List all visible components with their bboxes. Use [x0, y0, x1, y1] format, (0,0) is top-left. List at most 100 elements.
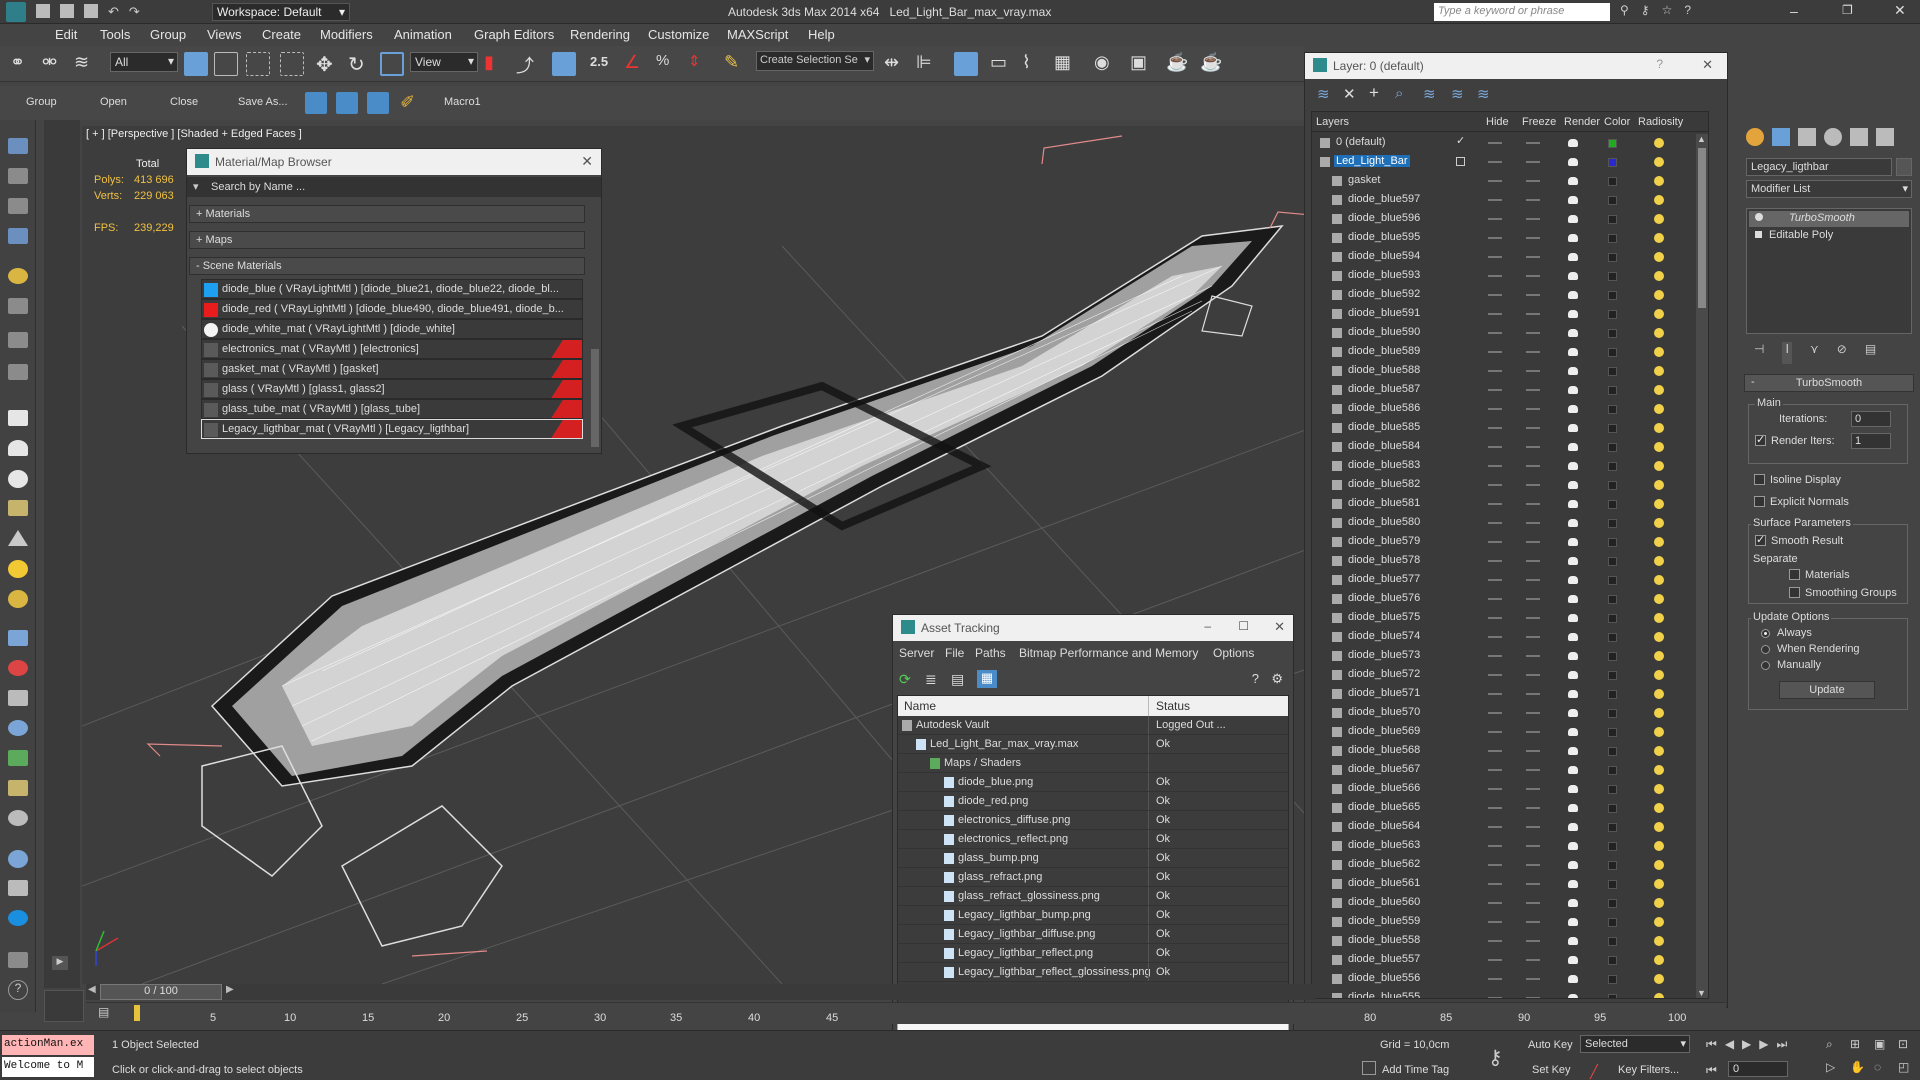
- radiosity-icon[interactable]: [1654, 347, 1664, 357]
- hide-toggle[interactable]: [1488, 465, 1502, 467]
- select-in-layer-icon[interactable]: ⌕: [1395, 85, 1403, 102]
- asset-row[interactable]: glass_refract_glossiness.png Ok: [898, 887, 1288, 906]
- layer-row[interactable]: diode_blue576: [1312, 590, 1696, 609]
- freeze-toggle[interactable]: [1526, 237, 1540, 239]
- radiosity-icon[interactable]: [1654, 727, 1664, 737]
- material-item[interactable]: gasket_mat ( VRayMtl ) [gasket]: [201, 359, 583, 379]
- radiosity-icon[interactable]: [1654, 385, 1664, 395]
- hide-toggle[interactable]: [1488, 275, 1502, 277]
- mini-curve-toggle[interactable]: [44, 990, 84, 1022]
- spacewarp-icon[interactable]: [8, 364, 28, 380]
- freeze-toggle[interactable]: [1526, 883, 1540, 885]
- freeze-toggle[interactable]: [1526, 655, 1540, 657]
- freeze-toggle[interactable]: [1526, 826, 1540, 828]
- hide-toggle[interactable]: [1488, 180, 1502, 182]
- radiosity-icon[interactable]: [1654, 252, 1664, 262]
- layer-row[interactable]: Led_Light_Bar: [1312, 153, 1696, 172]
- scroll-thumb[interactable]: [1698, 148, 1706, 308]
- time-prev-icon[interactable]: ◀: [88, 984, 96, 995]
- menu-modifiers[interactable]: Modifiers: [320, 27, 373, 42]
- stack-item-editable-poly[interactable]: Editable Poly: [1749, 228, 1909, 244]
- radiosity-icon[interactable]: [1654, 309, 1664, 319]
- menu-tools[interactable]: Tools: [100, 27, 130, 42]
- angle-snap-icon[interactable]: ∠: [624, 52, 648, 76]
- remove-modifier-icon[interactable]: ⊘: [1837, 342, 1847, 364]
- graphite-ribbon-icon[interactable]: ▭: [990, 52, 1014, 76]
- freeze-toggle[interactable]: [1526, 731, 1540, 733]
- radiosity-icon[interactable]: [1654, 157, 1664, 167]
- asset-row[interactable]: Legacy_ligthbar_diffuse.png Ok: [898, 925, 1288, 944]
- freeze-toggle[interactable]: [1526, 275, 1540, 277]
- render-teapot-icon[interactable]: [1568, 918, 1578, 926]
- hide-toggle[interactable]: [1488, 997, 1502, 998]
- hide-toggle[interactable]: [1488, 864, 1502, 866]
- object-color-swatch[interactable]: [1896, 158, 1912, 176]
- earth-icon[interactable]: [8, 910, 28, 926]
- when-rendering-radio[interactable]: [1761, 645, 1770, 654]
- render-teapot-icon[interactable]: [1568, 747, 1578, 755]
- hf-icon[interactable]: [8, 780, 28, 796]
- render-teapot-icon[interactable]: [1568, 842, 1578, 850]
- asset-row[interactable]: Legacy_ligthbar_reflect.png Ok: [898, 944, 1288, 963]
- sphere-blue-icon[interactable]: [8, 850, 28, 868]
- freeze-toggle[interactable]: [1526, 427, 1540, 429]
- col-status-header[interactable]: Status: [1156, 699, 1190, 713]
- layer-color-swatch[interactable]: [1608, 405, 1617, 414]
- radiosity-icon[interactable]: [1654, 689, 1664, 699]
- col-hide[interactable]: Hide: [1486, 116, 1509, 128]
- freeze-toggle[interactable]: [1526, 522, 1540, 524]
- cone-icon[interactable]: [8, 530, 28, 546]
- hide-toggle[interactable]: [1488, 921, 1502, 923]
- layer-row[interactable]: diode_blue577: [1312, 571, 1696, 590]
- render-teapot-icon[interactable]: [1568, 804, 1578, 812]
- make-unique-icon[interactable]: ⋎: [1810, 342, 1819, 364]
- help-icon[interactable]: ?: [1252, 671, 1259, 686]
- ribbon-group-button[interactable]: Group: [26, 96, 57, 108]
- asset-row[interactable]: Legacy_ligthbar_reflect_glossiness.png Ok: [898, 963, 1288, 982]
- hide-toggle[interactable]: [1488, 332, 1502, 334]
- keyboard-shortcut-override-icon[interactable]: [552, 52, 576, 76]
- radiosity-icon[interactable]: [1654, 176, 1664, 186]
- utilities-tab-icon[interactable]: [1876, 128, 1894, 146]
- freeze-all-layers-icon[interactable]: ≋: [1477, 85, 1490, 103]
- layer-color-swatch[interactable]: [1608, 956, 1617, 965]
- layer-color-swatch[interactable]: [1608, 348, 1617, 357]
- layer-row[interactable]: diode_blue565: [1312, 799, 1696, 818]
- freeze-toggle[interactable]: [1526, 845, 1540, 847]
- render-teapot-icon[interactable]: [1568, 956, 1578, 964]
- grid-view-icon[interactable]: ▦: [977, 670, 997, 688]
- freeze-toggle[interactable]: [1526, 769, 1540, 771]
- layer-color-swatch[interactable]: [1608, 728, 1617, 737]
- always-radio[interactable]: [1761, 629, 1770, 638]
- align-icon[interactable]: ⊫: [916, 52, 940, 76]
- object-name-field[interactable]: Legacy_ligthbar: [1746, 158, 1892, 176]
- expand-arrow-icon[interactable]: ▶: [52, 956, 68, 970]
- menu-group[interactable]: Group: [150, 27, 186, 42]
- layer-color-swatch[interactable]: [1608, 633, 1617, 642]
- layer-color-swatch[interactable]: [1608, 139, 1617, 148]
- layer-color-swatch[interactable]: [1608, 823, 1617, 832]
- hide-toggle[interactable]: [1488, 959, 1502, 961]
- explicit-normals-checkbox[interactable]: [1754, 496, 1765, 507]
- close-icon[interactable]: ✕: [581, 153, 593, 170]
- track-bar[interactable]: ▤ 5 10 15 20 25 30 35 40 45 80 85 90 95 …: [86, 1002, 1726, 1024]
- mirror-icon[interactable]: ⇹: [884, 52, 908, 76]
- radiosity-icon[interactable]: [1654, 651, 1664, 661]
- render-teapot-icon[interactable]: [1568, 671, 1578, 679]
- layer-row[interactable]: diode_blue581: [1312, 495, 1696, 514]
- render-teapot-icon[interactable]: [1568, 329, 1578, 337]
- radiosity-icon[interactable]: [1654, 594, 1664, 604]
- curve-editor-icon[interactable]: ⌇: [1022, 52, 1046, 76]
- schematic-view-icon[interactable]: ▦: [1054, 52, 1078, 76]
- menu-help[interactable]: Help: [808, 27, 835, 42]
- render-teapot-icon[interactable]: [1568, 424, 1578, 432]
- layer-color-swatch[interactable]: [1608, 861, 1617, 870]
- layer-row[interactable]: diode_blue596: [1312, 210, 1696, 229]
- hide-toggle[interactable]: [1488, 484, 1502, 486]
- material-search-input[interactable]: Search by Name ...: [211, 181, 305, 193]
- maximize-icon[interactable]: ❐: [1842, 3, 1853, 17]
- layer-color-swatch[interactable]: [1608, 918, 1617, 927]
- add-to-layer-icon[interactable]: +: [1369, 83, 1379, 103]
- tool-icon-2[interactable]: [8, 168, 28, 184]
- layer-color-swatch[interactable]: [1608, 880, 1617, 889]
